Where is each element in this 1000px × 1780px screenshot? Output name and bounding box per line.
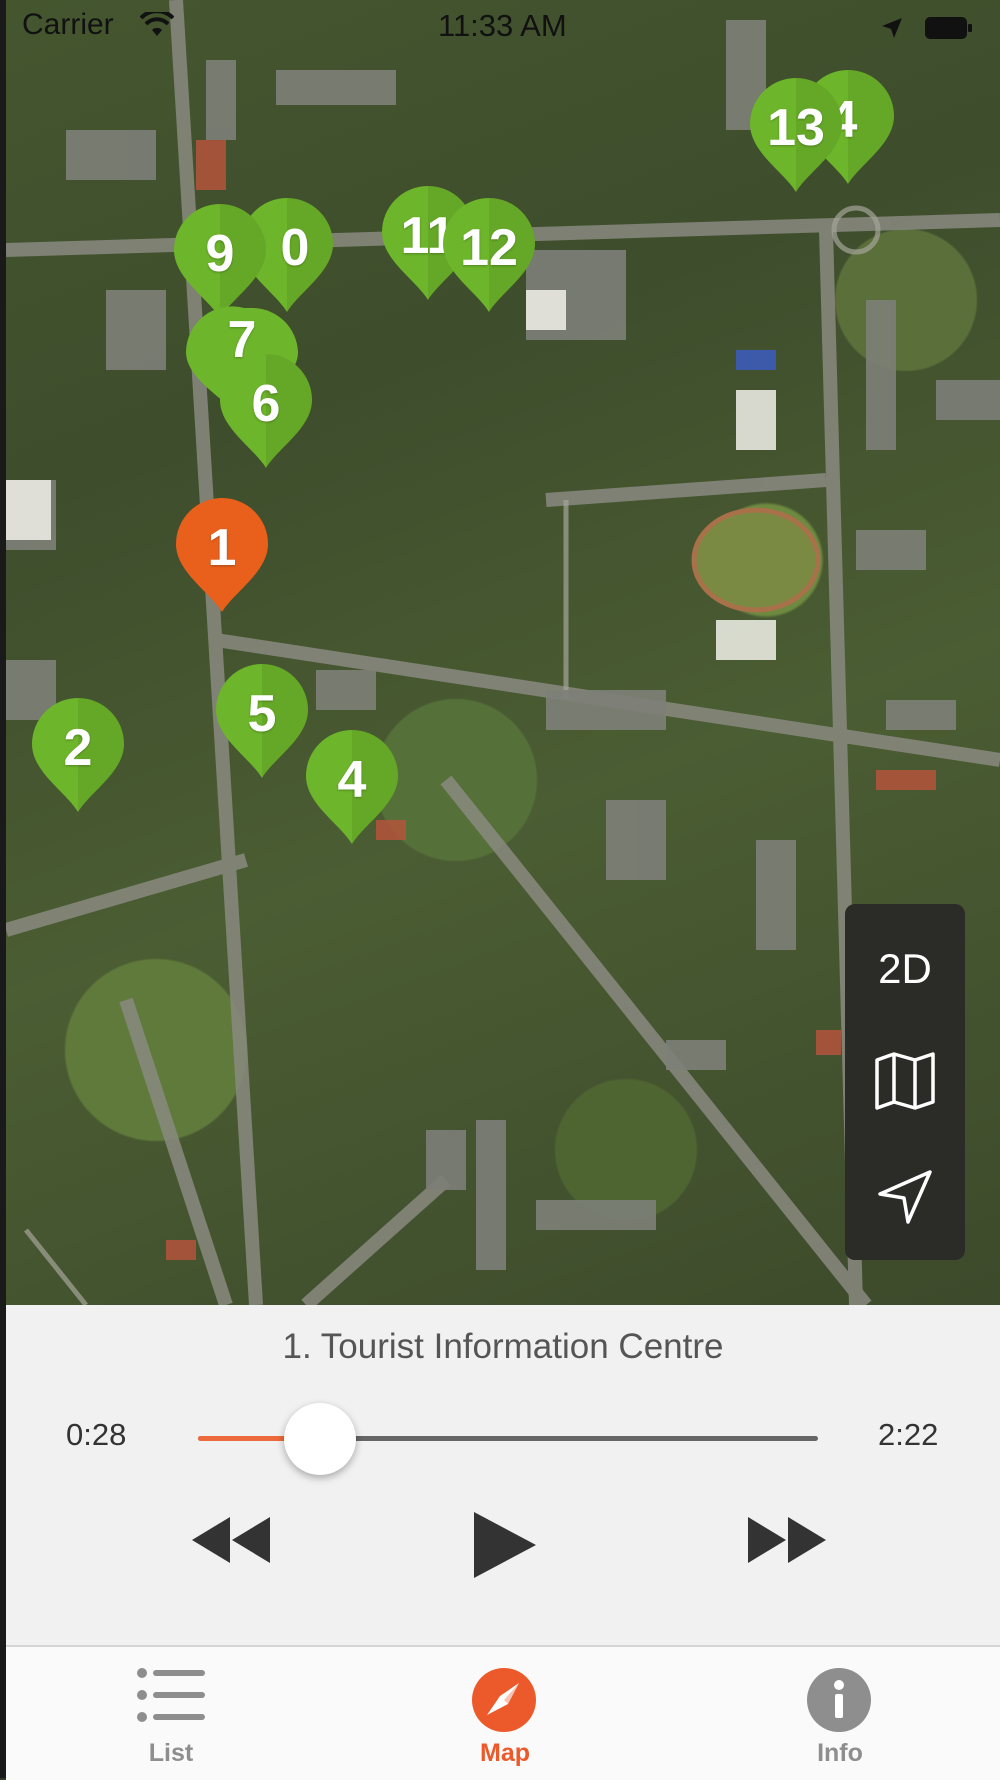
map-pin[interactable]: 12: [441, 198, 537, 314]
map-pin[interactable]: 9: [172, 204, 268, 320]
progress-thumb[interactable]: [284, 1403, 357, 1475]
location-arrow-icon: [876, 1168, 934, 1231]
info-icon: [806, 1667, 872, 1738]
map-pin[interactable]: 6: [218, 354, 314, 470]
rewind-icon: [192, 1517, 272, 1569]
map-pin-label: 9: [205, 225, 235, 283]
elapsed-time: 0:28: [66, 1417, 127, 1452]
status-time: 11:33 AM: [438, 8, 567, 43]
map-pin-label: 5: [247, 685, 277, 743]
map-pin-label: 4: [337, 751, 367, 809]
my-location-button[interactable]: [845, 1144, 965, 1254]
tab-map-label: Map: [480, 1739, 530, 1767]
track-title: 1. Tourist Information Centre: [282, 1327, 724, 1366]
toggle-2d-button[interactable]: 2D: [845, 914, 965, 1024]
progress-slider[interactable]: [198, 1403, 818, 1475]
map-pin-label: 2: [63, 719, 93, 777]
map-pin[interactable]: 4: [304, 730, 400, 846]
play-button[interactable]: [472, 1510, 538, 1585]
tab-info[interactable]: Info: [740, 1647, 940, 1780]
map-pin-label: 6: [251, 375, 281, 433]
map-pin-selected[interactable]: 1: [174, 498, 270, 614]
audio-player: 1. Tourist Information Centre 0:28 2:22: [6, 1305, 1000, 1645]
screen-edge: [0, 0, 6, 1778]
map-pin[interactable]: 2: [30, 698, 126, 814]
compass-icon: [471, 1667, 537, 1738]
battery-icon: [924, 14, 974, 48]
fast-forward-button[interactable]: [746, 1515, 826, 1570]
map-type-button[interactable]: [845, 1028, 965, 1138]
tab-list-label: List: [148, 1739, 194, 1767]
rewind-button[interactable]: [192, 1515, 272, 1570]
tab-map[interactable]: Map: [405, 1647, 605, 1780]
total-duration: 2:22: [878, 1417, 939, 1452]
map-pin-label: 13: [767, 99, 825, 157]
map-pin[interactable]: 5: [214, 664, 310, 780]
map-pin-label: 1: [207, 519, 237, 577]
map-icon: [874, 1051, 936, 1115]
map-controls-panel: 2D: [845, 904, 965, 1260]
status-bar: Carrier 11:33 AM: [0, 0, 1000, 50]
wifi-icon: [139, 9, 175, 46]
tab-bar: List Map Info: [6, 1645, 1000, 1780]
tab-info-label: Info: [817, 1739, 863, 1767]
fast-forward-icon: [746, 1517, 826, 1569]
map-pin[interactable]: 13: [748, 78, 844, 194]
tab-list[interactable]: List: [71, 1647, 271, 1780]
list-icon: [137, 1667, 205, 1728]
play-icon: [472, 1512, 538, 1584]
toggle-2d-label: 2D: [878, 945, 932, 992]
location-services-icon: [880, 14, 904, 48]
carrier-label: Carrier: [22, 8, 114, 41]
map-pin-label: 12: [460, 219, 518, 277]
